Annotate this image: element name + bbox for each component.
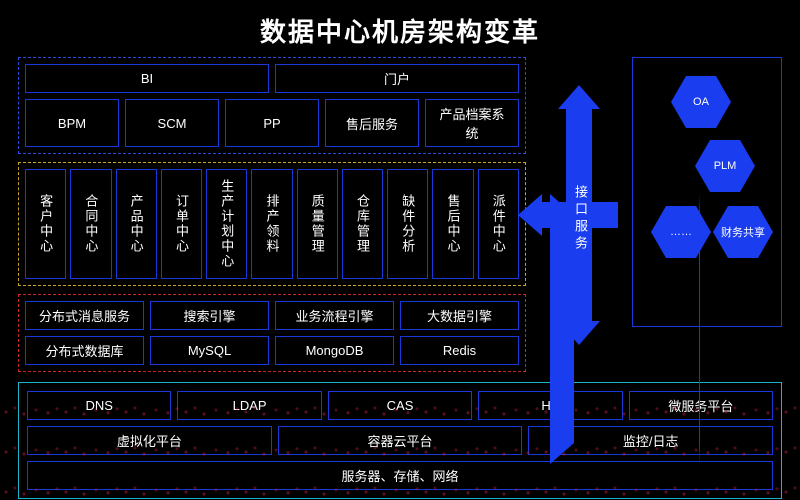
infra-row-3: 服务器、存储、网络 (27, 461, 773, 490)
interface-arrow: 接口服务 (534, 57, 624, 372)
center-product: 产品中心 (116, 169, 157, 279)
center-dispatch: 派件中心 (478, 169, 519, 279)
app-bi: BI (25, 64, 269, 93)
infra-cas: CAS (328, 391, 472, 420)
engines-group: 分布式消息服务 搜索引擎 业务流程引擎 大数据引擎 分布式数据库 MySQL M… (18, 294, 526, 372)
applications-group: BI 门户 BPM SCM PP 售后服务 产品档案系统 (18, 57, 526, 154)
center-quality: 质量管理 (297, 169, 338, 279)
cross-arrow-icon: 接口服务 (534, 85, 624, 345)
app-bpm: BPM (25, 99, 119, 147)
app-scm: SCM (125, 99, 219, 147)
infra-virtualization: 虚拟化平台 (27, 426, 272, 455)
engine-workflow: 业务流程引擎 (275, 301, 394, 330)
db-mongodb: MongoDB (275, 336, 394, 365)
infra-container: 容器云平台 (278, 426, 523, 455)
page-title: 数据中心机房架构变革 (0, 0, 800, 57)
engine-bigdata: 大数据引擎 (400, 301, 519, 330)
app-archive: 产品档案系统 (425, 99, 519, 147)
app-aftersales: 售后服务 (325, 99, 419, 147)
center-warehouse: 仓库管理 (342, 169, 383, 279)
interface-label: 接口服务 (571, 185, 590, 253)
hex-plm: PLM (695, 140, 755, 192)
main-layout: BI 门户 BPM SCM PP 售后服务 产品档案系统 客户中心 合同中心 产… (0, 57, 800, 372)
infra-hardware: 服务器、存储、网络 (27, 461, 773, 490)
center-aftersales: 售后中心 (432, 169, 473, 279)
center-contract: 合同中心 (70, 169, 111, 279)
center-order: 订单中心 (161, 169, 202, 279)
app-row-2: BPM SCM PP 售后服务 产品档案系统 (25, 99, 519, 147)
infra-ldap: LDAP (177, 391, 321, 420)
db-distributed: 分布式数据库 (25, 336, 144, 365)
engine-row-1: 分布式消息服务 搜索引擎 业务流程引擎 大数据引擎 (25, 301, 519, 330)
engine-search: 搜索引擎 (150, 301, 269, 330)
infra-dns: DNS (27, 391, 171, 420)
hex-finance: 财务共享 (713, 206, 773, 258)
center-shortage: 缺件分析 (387, 169, 428, 279)
db-mysql: MySQL (150, 336, 269, 365)
left-column: BI 门户 BPM SCM PP 售后服务 产品档案系统 客户中心 合同中心 产… (18, 57, 526, 372)
db-redis: Redis (400, 336, 519, 365)
external-systems-group: OA PLM …… 财务共享 (632, 57, 782, 327)
centers-row: 客户中心 合同中心 产品中心 订单中心 生产计划中心 排产领料 质量管理 仓库管… (25, 169, 519, 279)
center-schedule: 排产领料 (251, 169, 292, 279)
app-pp: PP (225, 99, 319, 147)
center-plan: 生产计划中心 (206, 169, 247, 279)
app-portal: 门户 (275, 64, 519, 93)
centers-group: 客户中心 合同中心 产品中心 订单中心 生产计划中心 排产领料 质量管理 仓库管… (18, 162, 526, 286)
hex-oa: OA (671, 76, 731, 128)
app-row-1: BI 门户 (25, 64, 519, 93)
engine-mq: 分布式消息服务 (25, 301, 144, 330)
hex-more: …… (651, 206, 711, 258)
center-customer: 客户中心 (25, 169, 66, 279)
engine-row-2: 分布式数据库 MySQL MongoDB Redis (25, 336, 519, 365)
